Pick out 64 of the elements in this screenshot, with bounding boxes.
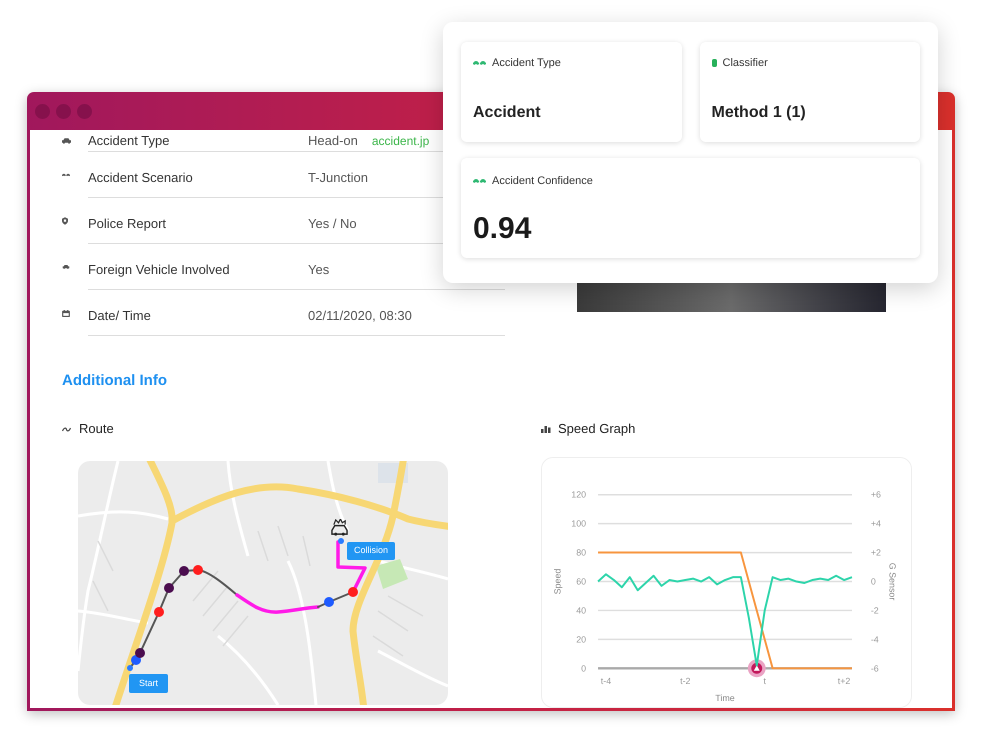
axis-tick-label: 120 <box>571 490 586 500</box>
axis-tick-label: 80 <box>576 548 586 558</box>
window-control-icon[interactable] <box>56 104 71 118</box>
card-label: Accident Confidence <box>492 175 593 187</box>
axis-tick-label: 0 <box>870 576 876 586</box>
field-label: Date/ Time <box>88 308 151 322</box>
field-value: 02/11/2020, 08:30 <box>308 306 412 325</box>
field-value: T-Junction <box>308 168 368 187</box>
window-control-icon[interactable] <box>77 104 92 118</box>
field-label: Police Report <box>88 216 166 230</box>
route-point-icon <box>193 565 203 575</box>
window-control-icon[interactable] <box>35 104 50 118</box>
route-icon <box>62 426 71 432</box>
axis-tick-label: t-4 <box>600 676 612 686</box>
axis-title: Speed <box>552 568 562 594</box>
car-icon <box>62 265 70 269</box>
collision-label: Collision <box>347 542 396 560</box>
calendar-icon <box>62 310 70 316</box>
axis-tick-label: +2 <box>870 548 881 558</box>
axis-tick-label: t <box>763 676 766 686</box>
start-label: Start <box>129 674 168 693</box>
axis-tick-label: +4 <box>870 518 881 529</box>
field-label: Accident Scenario <box>88 170 193 184</box>
field-value: Yes <box>308 260 330 279</box>
axis-tick-label: 100 <box>571 518 586 529</box>
field-label: Accident Type <box>88 132 170 148</box>
shield-icon <box>62 217 68 225</box>
bar-chart-icon <box>541 425 551 433</box>
axis-tick-label: 40 <box>576 605 586 616</box>
card-value: Method 1 (1) <box>712 103 806 123</box>
route-point-icon <box>348 587 358 597</box>
card-value: Accident <box>473 103 541 123</box>
axis-tick-label: 60 <box>576 576 586 586</box>
route-point-icon <box>164 583 174 593</box>
axis-title: Time <box>715 693 735 704</box>
axis-tick-label: t+2 <box>838 676 850 686</box>
panel-title: Route <box>79 420 114 438</box>
field-label: Foreign Vehicle Involved <box>88 262 230 276</box>
axis-tick-label: 20 <box>576 634 586 644</box>
route-point-icon <box>179 566 189 576</box>
card-label: Classifier <box>722 57 768 69</box>
axis-tick-label: 0 <box>581 663 586 674</box>
route-point-icon <box>338 538 344 544</box>
field-value: Yes / No <box>308 214 357 233</box>
file-link[interactable]: accident.jp <box>372 132 430 150</box>
axis-tick-label: -2 <box>870 605 879 616</box>
route-point-icon <box>324 597 334 607</box>
car-crash-icon <box>473 60 486 66</box>
car-crash-icon <box>330 519 349 536</box>
axis-tick-label: t-2 <box>680 676 691 686</box>
panel-title: Speed Graph <box>558 420 636 438</box>
field-value: Head-on <box>308 132 358 150</box>
axis-title: G Sensor <box>888 562 898 600</box>
card-value: 0.94 <box>473 212 532 246</box>
route-point-icon <box>154 607 164 617</box>
axis-tick-label: -4 <box>870 634 879 644</box>
car-crash-icon <box>473 178 486 184</box>
car-crash-icon <box>62 173 70 177</box>
car-icon <box>62 138 71 144</box>
axis-tick-label: +6 <box>870 490 881 500</box>
section-title: Additional Info <box>62 371 167 391</box>
card-label: Accident Type <box>492 57 561 69</box>
route-point-icon <box>135 648 145 658</box>
axis-tick-label: -6 <box>870 663 879 674</box>
